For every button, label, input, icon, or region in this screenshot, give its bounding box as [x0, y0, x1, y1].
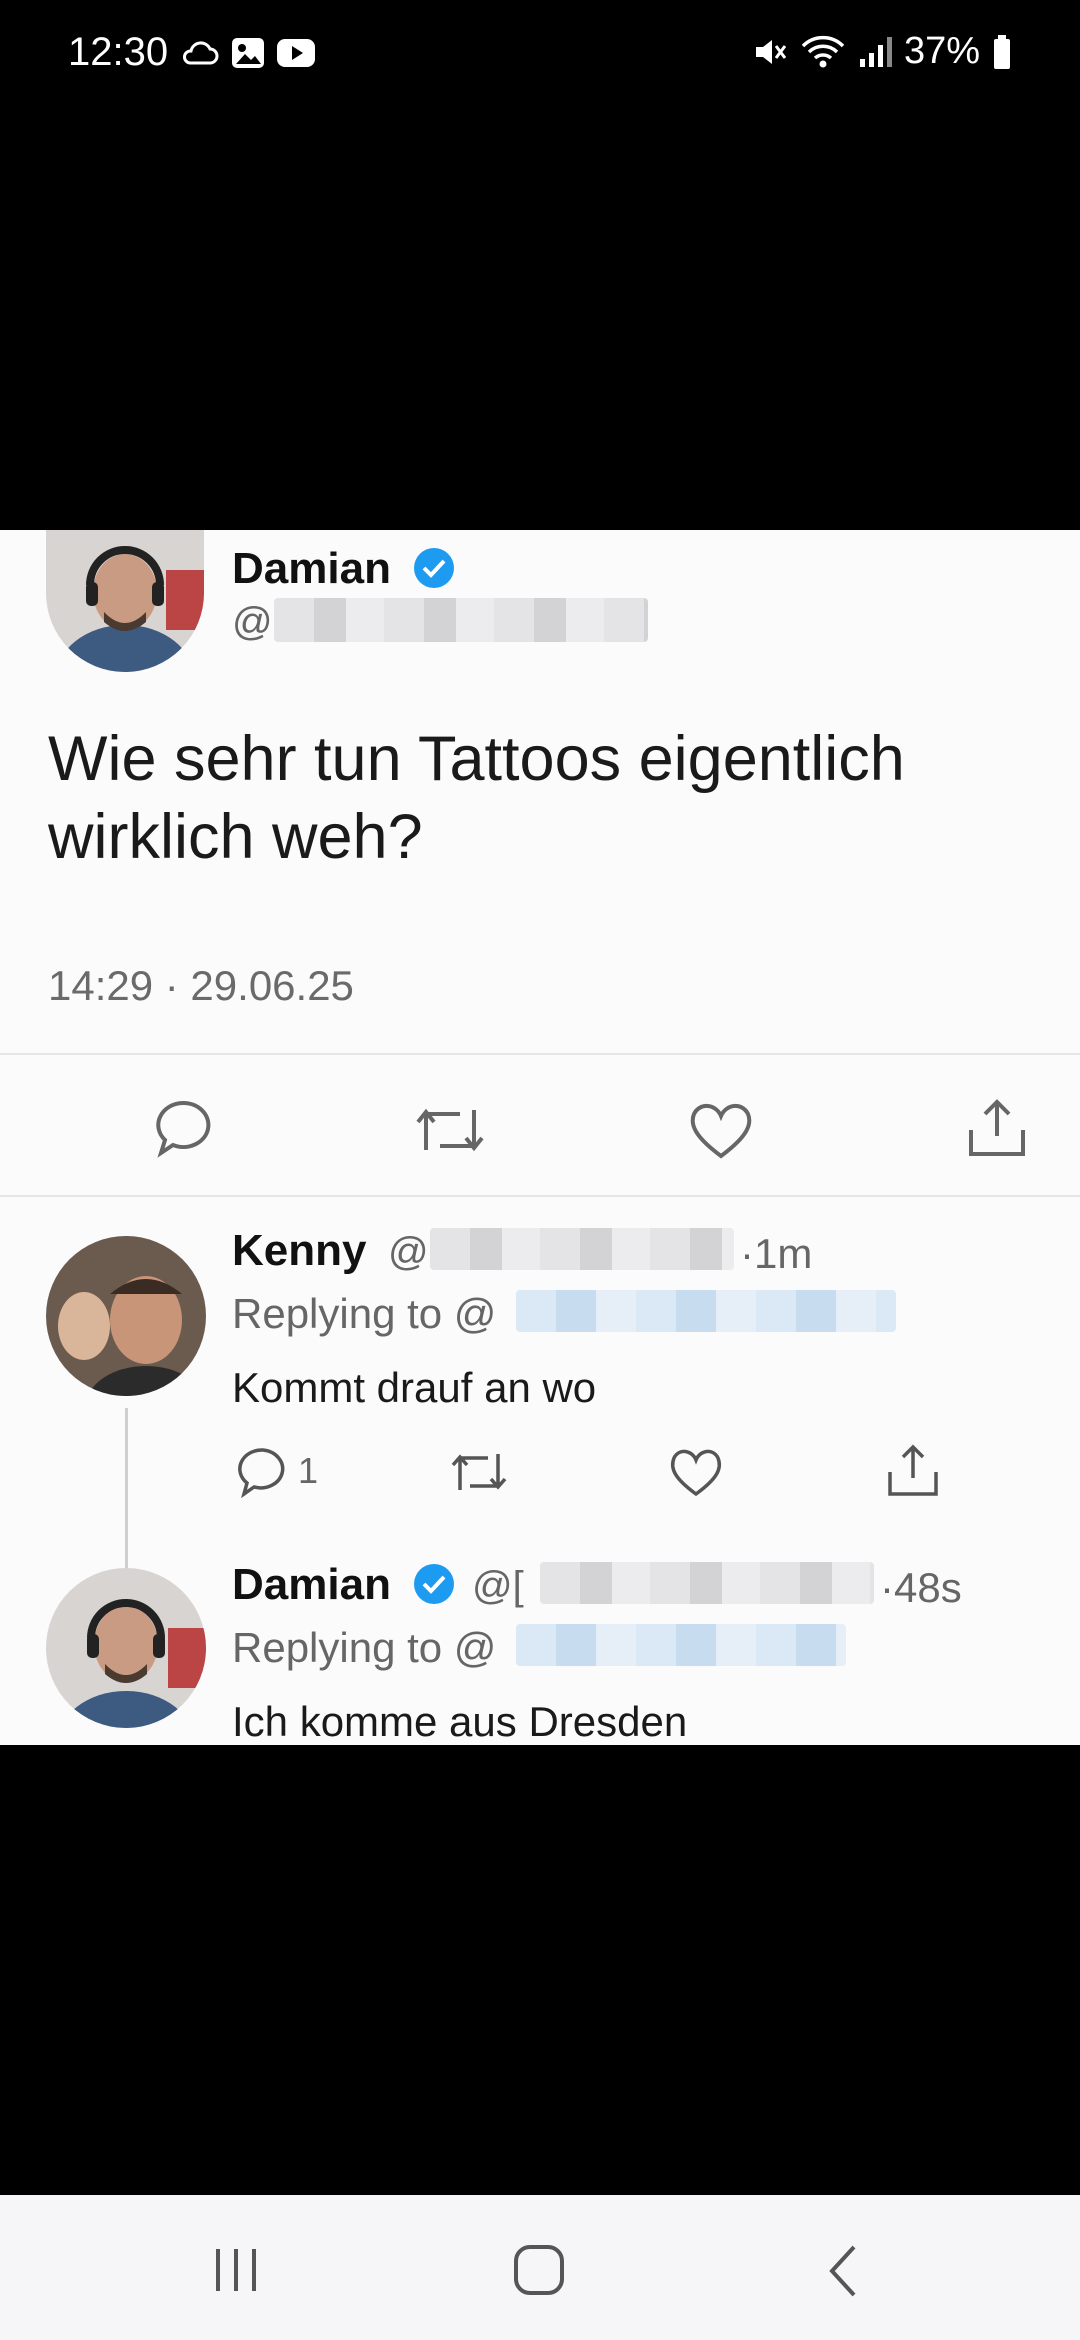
redacted-handle — [274, 598, 648, 642]
retweet-icon[interactable] — [448, 1450, 510, 1494]
author-name[interactable]: Damian — [232, 544, 391, 594]
tweet-text-line-1: Wie sehr tun Tattoos eigentlich — [48, 724, 905, 794]
redacted-handle — [540, 1562, 874, 1604]
replying-to: Replying to @ — [232, 1624, 497, 1671]
share-icon[interactable] — [886, 1442, 940, 1498]
avatar[interactable] — [46, 530, 204, 672]
author-handle-prefix: @[ — [472, 1564, 524, 1608]
battery-percent: 37% — [903, 30, 980, 72]
redacted-handle — [516, 1624, 846, 1666]
system-nav-bar — [0, 2195, 1080, 2340]
redacted-handle — [430, 1228, 734, 1270]
author-name[interactable]: Damian — [232, 1560, 391, 1610]
status-right: 37% — [752, 30, 1012, 73]
reply-age: ·48s — [880, 1564, 962, 1611]
avatar[interactable] — [46, 1236, 206, 1396]
like-icon[interactable] — [688, 1100, 754, 1160]
author-name[interactable]: Kenny — [232, 1226, 366, 1276]
author-handle-prefix: @ — [388, 1230, 429, 1274]
replying-to: Replying to @ — [232, 1290, 497, 1337]
status-bar: 12:30 37% — [0, 0, 1080, 110]
reply-icon[interactable] — [236, 1446, 290, 1498]
tweet-screenshot[interactable]: Damian @ Wie sehr tun Tattoos eigentlich… — [0, 530, 1080, 1745]
avatar[interactable] — [46, 1568, 206, 1728]
battery-icon — [994, 34, 1010, 69]
reply-text: Ich komme aus Dresden — [232, 1698, 688, 1745]
mute-icon — [755, 39, 787, 64]
tweet-text: Wie sehr tun Tattoos eigentlich wirklich… — [48, 720, 1028, 876]
avatar-image — [46, 1568, 206, 1728]
tweet-text-line-2: wirklich weh? — [48, 802, 423, 872]
youtube-icon — [277, 39, 315, 67]
divider — [0, 1053, 1080, 1055]
avatar-image — [46, 1236, 206, 1396]
reply-count: 1 — [298, 1450, 319, 1491]
tweet-timestamp: 14:29 · 29.06.25 — [48, 962, 354, 1009]
author-handle-prefix: @ — [232, 600, 273, 644]
like-icon[interactable] — [668, 1446, 724, 1498]
cloud-icon — [183, 41, 219, 65]
recent-apps-icon[interactable] — [208, 2245, 264, 2295]
reply-icon[interactable] — [152, 1098, 214, 1158]
retweet-icon[interactable] — [412, 1104, 488, 1156]
signal-icon — [859, 36, 892, 67]
back-icon[interactable] — [822, 2243, 866, 2299]
verified-badge-icon — [414, 548, 454, 588]
divider — [0, 1195, 1080, 1197]
status-time: 12:30 — [68, 30, 169, 74]
verified-badge-icon — [414, 1564, 454, 1604]
wifi-icon — [801, 35, 845, 67]
reply-text: Kommt drauf an wo — [232, 1364, 597, 1411]
home-icon[interactable] — [510, 2243, 570, 2297]
gallery-icon — [232, 38, 264, 68]
status-left-icons — [180, 36, 316, 70]
reply-age: ·1m — [740, 1230, 813, 1277]
redacted-handle — [516, 1290, 896, 1332]
share-icon[interactable] — [966, 1096, 1028, 1160]
thread-line — [125, 1408, 128, 1580]
avatar-image — [46, 530, 204, 672]
